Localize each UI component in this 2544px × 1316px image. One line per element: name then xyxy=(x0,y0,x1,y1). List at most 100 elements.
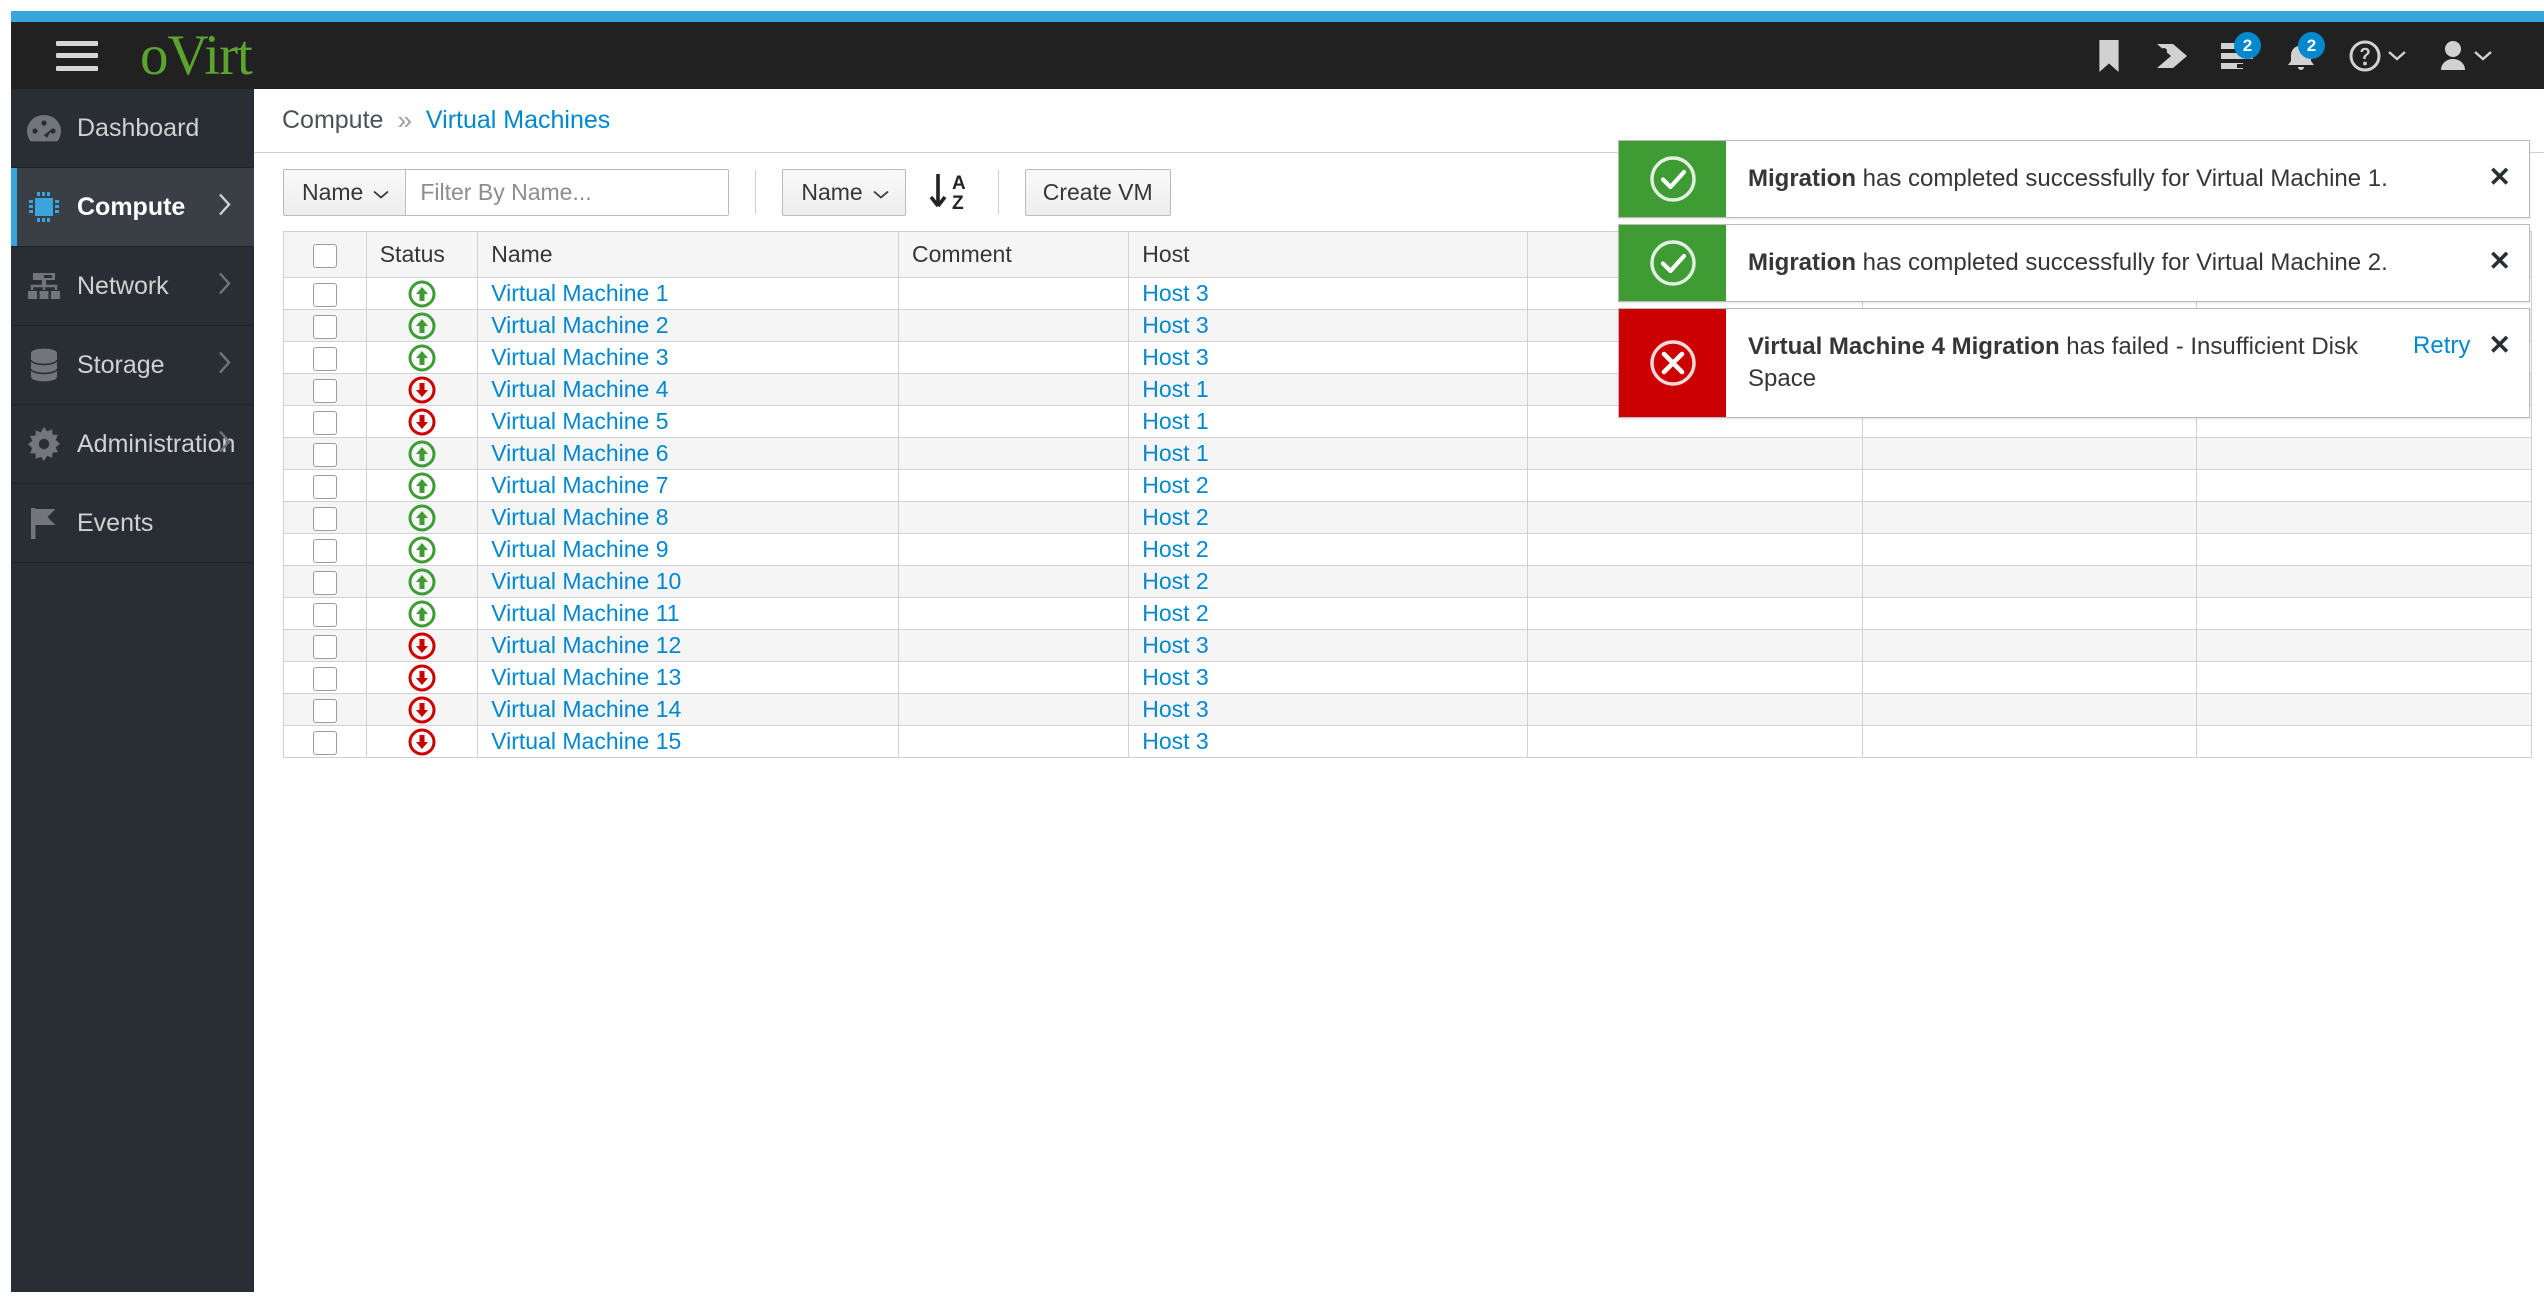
close-icon[interactable]: ✕ xyxy=(2488,331,2511,359)
chevron-right-icon[interactable] xyxy=(218,430,232,459)
vm-name-link[interactable]: Virtual Machine 6 xyxy=(491,440,668,466)
table-row[interactable]: Virtual Machine 9 Host 2 xyxy=(283,533,2532,566)
table-row[interactable]: Virtual Machine 10 Host 2 xyxy=(283,565,2532,598)
table-row[interactable]: Virtual Machine 15 Host 3 xyxy=(283,725,2532,758)
vm-name-link[interactable]: Virtual Machine 11 xyxy=(491,600,679,626)
sidebar-item-compute[interactable]: Compute xyxy=(11,168,254,247)
vm-name-link[interactable]: Virtual Machine 4 xyxy=(491,376,668,402)
user-icon[interactable] xyxy=(2421,22,2509,89)
row-checkbox[interactable] xyxy=(312,378,337,403)
chevron-right-icon[interactable] xyxy=(218,193,232,222)
vm-host-link[interactable]: Host 3 xyxy=(1142,280,1208,306)
vm-name-link[interactable]: Virtual Machine 9 xyxy=(491,536,668,562)
table-row[interactable]: Virtual Machine 8 Host 2 xyxy=(283,501,2532,534)
vm-name-link[interactable]: Virtual Machine 1 xyxy=(491,280,668,306)
vm-name-link[interactable]: Virtual Machine 12 xyxy=(491,632,681,658)
sort-alpha-asc-icon[interactable]: A Z xyxy=(926,170,972,214)
status-up-icon xyxy=(367,472,478,500)
vm-host-link[interactable]: Host 2 xyxy=(1142,600,1208,626)
vm-host-link[interactable]: Host 1 xyxy=(1142,440,1208,466)
search-input[interactable] xyxy=(405,168,730,216)
table-row[interactable]: Virtual Machine 13 Host 3 xyxy=(283,661,2532,694)
vm-host-link[interactable]: Host 2 xyxy=(1142,568,1208,594)
row-checkbox[interactable] xyxy=(312,634,337,659)
chevron-right-icon[interactable] xyxy=(218,272,232,301)
vm-host-link[interactable]: Host 2 xyxy=(1142,472,1208,498)
vm-host-link[interactable]: Host 3 xyxy=(1142,728,1208,754)
row-checkbox[interactable] xyxy=(312,602,337,627)
row-checkbox[interactable] xyxy=(312,698,337,723)
tasks-icon[interactable]: 2 xyxy=(2205,22,2269,89)
vm-host-link[interactable]: Host 3 xyxy=(1142,344,1208,370)
sidebar-item-network[interactable]: Network xyxy=(11,247,254,326)
vm-name-link[interactable]: Virtual Machine 5 xyxy=(491,408,668,434)
sidebar-item-administration[interactable]: Administration xyxy=(11,405,254,484)
column-header-host[interactable]: Host xyxy=(1128,231,1529,278)
row-checkbox[interactable] xyxy=(312,346,337,371)
user-chevron-down-icon[interactable] xyxy=(2473,50,2492,62)
notification-bell-icon[interactable]: 2 xyxy=(2269,22,2333,89)
help-chevron-down-icon[interactable] xyxy=(2387,50,2406,62)
column-header-name[interactable]: Name xyxy=(477,231,900,278)
vm-name-link[interactable]: Virtual Machine 2 xyxy=(491,312,668,338)
table-row[interactable]: Virtual Machine 14 Host 3 xyxy=(283,693,2532,726)
vm-host-link[interactable]: Host 2 xyxy=(1142,504,1208,530)
sidebar-item-dashboard[interactable]: Dashboard xyxy=(11,89,254,168)
table-row[interactable]: Virtual Machine 12 Host 3 xyxy=(283,629,2532,662)
row-checkbox[interactable] xyxy=(312,410,337,435)
select-all-checkbox[interactable] xyxy=(312,243,337,268)
sidebar-item-storage[interactable]: Storage xyxy=(11,326,254,405)
close-icon[interactable]: ✕ xyxy=(2488,164,2511,191)
vm-host-link[interactable]: Host 3 xyxy=(1142,632,1208,658)
vm-host-link[interactable]: Host 3 xyxy=(1142,696,1208,722)
row-checkbox[interactable] xyxy=(312,506,337,531)
vm-host-link[interactable]: Host 1 xyxy=(1142,376,1208,402)
vm-name-link[interactable]: Virtual Machine 14 xyxy=(491,696,681,722)
toast-message: Migration has completed successfully for… xyxy=(1748,163,2476,195)
retry-link[interactable]: Retry xyxy=(2413,332,2470,360)
breadcrumb-current[interactable]: Virtual Machines xyxy=(426,106,610,135)
vm-extra-cell-2 xyxy=(1861,533,2198,566)
flag-icon xyxy=(11,506,77,540)
chevron-right-icon[interactable] xyxy=(218,351,232,380)
help-icon[interactable] xyxy=(2333,22,2421,89)
vm-name-link[interactable]: Virtual Machine 3 xyxy=(491,344,668,370)
row-checkbox[interactable] xyxy=(312,538,337,563)
row-checkbox[interactable] xyxy=(312,442,337,467)
sort-field-select[interactable]: Name xyxy=(782,168,906,216)
row-checkbox[interactable] xyxy=(312,474,337,499)
column-header-comment[interactable]: Comment xyxy=(898,231,1130,278)
row-checkbox[interactable] xyxy=(312,730,337,755)
table-row[interactable]: Virtual Machine 11 Host 2 xyxy=(283,597,2532,630)
row-checkbox[interactable] xyxy=(312,282,337,307)
close-icon[interactable]: ✕ xyxy=(2488,247,2511,275)
hamburger-icon[interactable] xyxy=(56,40,98,71)
column-header-status[interactable]: Status xyxy=(365,231,479,278)
filter-field-label: Name xyxy=(302,178,364,205)
vm-name-link[interactable]: Virtual Machine 15 xyxy=(491,728,681,754)
breadcrumb-root[interactable]: Compute xyxy=(282,106,383,135)
vm-host-link[interactable]: Host 1 xyxy=(1142,408,1208,434)
vm-name-link[interactable]: Virtual Machine 13 xyxy=(491,664,681,690)
vm-host-cell: Host 2 xyxy=(1128,565,1529,598)
sidebar-item-events[interactable]: Events xyxy=(11,484,254,563)
row-select-cell xyxy=(283,725,367,758)
tag-icon[interactable] xyxy=(2141,22,2205,89)
create-vm-button[interactable]: Create VM xyxy=(1024,168,1171,216)
vm-host-link[interactable]: Host 3 xyxy=(1142,312,1208,338)
table-row[interactable]: Virtual Machine 6 Host 1 xyxy=(283,437,2532,470)
row-checkbox[interactable] xyxy=(312,314,337,339)
vm-comment-cell xyxy=(898,597,1130,630)
vm-host-link[interactable]: Host 2 xyxy=(1142,536,1208,562)
ovirt-logo[interactable]: oVirt xyxy=(140,27,253,84)
bookmark-icon[interactable] xyxy=(2077,22,2141,89)
table-row[interactable]: Virtual Machine 7 Host 2 xyxy=(283,469,2532,502)
filter-field-select[interactable]: Name xyxy=(283,168,406,216)
vm-host-link[interactable]: Host 3 xyxy=(1142,664,1208,690)
vm-name-link[interactable]: Virtual Machine 8 xyxy=(491,504,668,530)
row-checkbox[interactable] xyxy=(312,666,337,691)
row-checkbox[interactable] xyxy=(312,570,337,595)
vm-name-link[interactable]: Virtual Machine 7 xyxy=(491,472,668,498)
vm-name-link[interactable]: Virtual Machine 10 xyxy=(491,568,681,594)
row-select-cell xyxy=(283,661,367,694)
